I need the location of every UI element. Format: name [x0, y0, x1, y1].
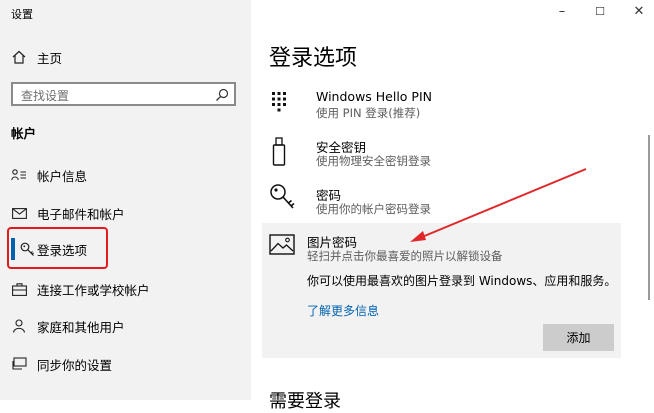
annotation-arrow: [410, 168, 587, 242]
